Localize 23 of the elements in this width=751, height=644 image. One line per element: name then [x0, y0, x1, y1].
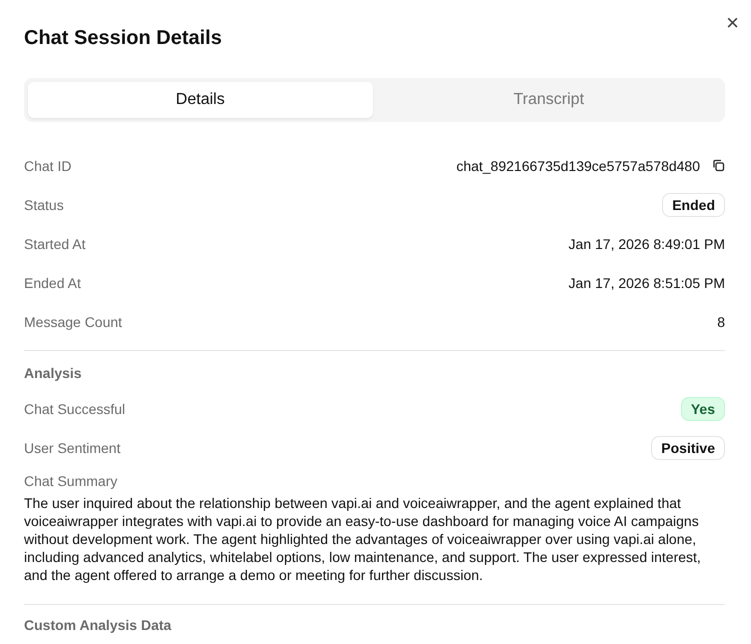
field-label: Chat Summary	[24, 473, 118, 489]
tab[interactable]: Transcript	[376, 82, 721, 118]
section-heading: Analysis	[24, 365, 83, 381]
field-label: Message Count	[24, 314, 122, 330]
status-badge: Positive	[651, 436, 725, 460]
field-label: Status	[24, 196, 64, 212]
field-value: Jan 17, 2026 8:51:05 PM	[568, 274, 725, 290]
field-label: Chat Successful	[24, 400, 126, 416]
close-button[interactable]: ×	[726, 12, 739, 34]
field-value: Jan 17, 2026 8:49:01 PM	[568, 236, 725, 252]
field-value: 8	[717, 314, 725, 330]
field-value: chat_892166735d139ce5757a578d480	[456, 158, 700, 174]
dialog-title: Chat Session Details	[24, 27, 222, 50]
field-label: Chat ID	[24, 158, 72, 174]
section-heading: Custom Analysis Data	[24, 617, 172, 633]
status-badge: Ended	[662, 192, 725, 216]
field-label: Started At	[24, 236, 86, 252]
field-label: Ended At	[24, 274, 81, 290]
status-badge: Yes	[680, 396, 725, 420]
summary-text: The user inquired about the relationship between vapi.ai and voiceaiwrapper, and the agent explained that voiceaiwrapper integrates with vapi.ai to provide an easy-to-use dashboard for managing voice AI campaigns without development work. The agent highlighted the advantages of voiceaiwrapper over using vapi.ai alone, including advanced analytics, whitelabel options, low maintenance, and support. The user expressed interest, and the agent offered to arrange a demo or meeting for further discussion.	[24, 494, 702, 584]
tab[interactable]: Details	[28, 82, 372, 118]
field-label: User Sentiment	[24, 440, 120, 456]
copy-icon[interactable]	[712, 159, 725, 172]
